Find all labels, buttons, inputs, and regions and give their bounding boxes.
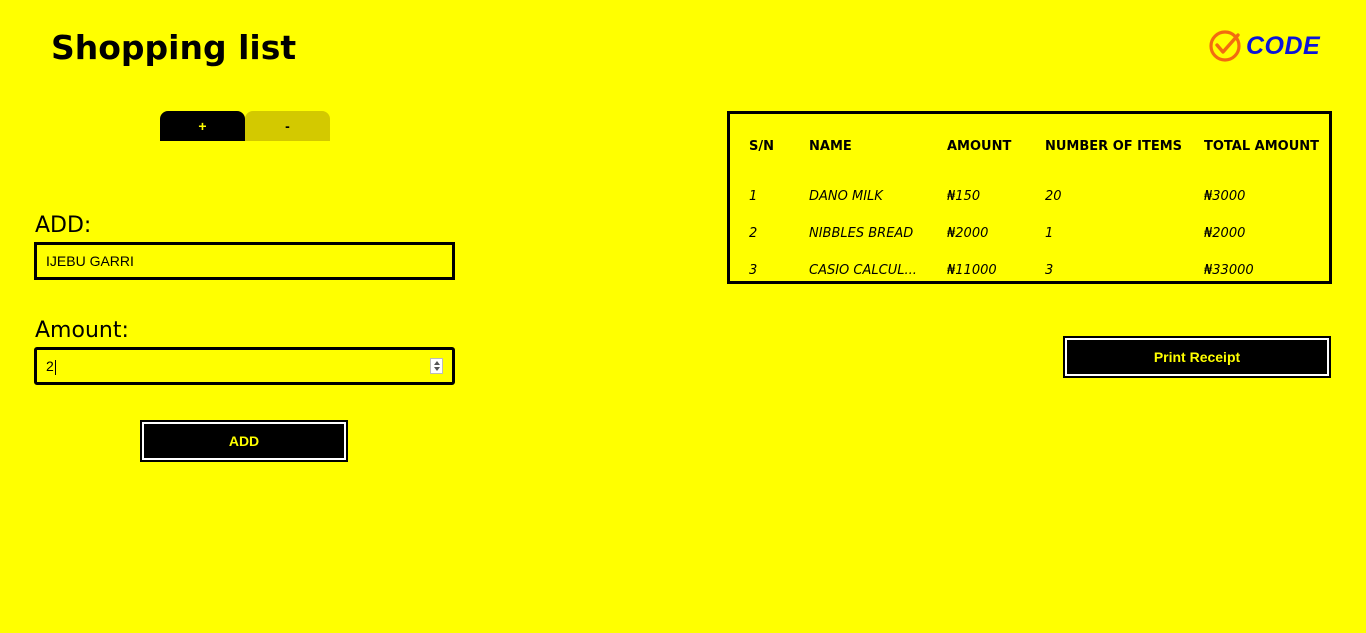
tab-remove[interactable]: - [245,111,330,141]
print-receipt-button[interactable]: Print Receipt [1063,336,1331,378]
cell-number-of-items: 20 [1045,189,1062,204]
amount-stepper[interactable] [430,358,443,374]
mode-tabs: + - [160,111,330,141]
amount-input[interactable]: 2 [34,347,455,385]
col-header-total-amount: TOTAL AMOUNT [1204,138,1320,154]
col-header-number-of-items: NUMBER OF ITEMS [1045,138,1183,154]
cell-total-amount: ₦33000 [1204,263,1254,278]
shopping-table-container: S/N NAME AMOUNT NUMBER OF ITEMS TOTAL AM… [727,111,1332,284]
cell-sn: 1 [749,189,758,204]
page: Shopping list CODE + - ADD: Amount: 2 AD… [0,0,1366,633]
tab-add[interactable]: + [160,111,245,141]
page-title: Shopping list [51,28,297,67]
amount-value: 2 [46,358,54,374]
table-row: 1 DANO MILK ₦150 20 ₦3000 [749,160,1319,215]
logo-text: CODE [1246,31,1321,60]
cell-total-amount: ₦2000 [1204,226,1246,241]
cell-number-of-items: 3 [1045,263,1054,278]
text-caret [54,359,56,375]
logo: CODE [1208,29,1320,63]
add-label: ADD: [35,213,92,238]
cell-number-of-items: 1 [1045,226,1054,241]
cell-sn: 2 [749,226,758,241]
cell-name: CASIO CALCUL... [809,263,917,278]
item-name-input[interactable] [34,242,455,280]
col-header-name: NAME [809,138,852,154]
cell-amount: ₦2000 [947,226,989,241]
cell-total-amount: ₦3000 [1204,189,1246,204]
table-row: 2 NIBBLES BREAD ₦2000 1 ₦2000 [749,215,1319,252]
table-row: 3 CASIO CALCUL... ₦11000 3 ₦33000 [749,252,1319,289]
col-header-amount: AMOUNT [947,138,1012,154]
shopping-table: S/N NAME AMOUNT NUMBER OF ITEMS TOTAL AM… [749,132,1319,289]
cell-name: NIBBLES BREAD [809,226,914,241]
check-circle-icon [1209,30,1241,62]
table-header-row: S/N NAME AMOUNT NUMBER OF ITEMS TOTAL AM… [749,132,1319,160]
cell-name: DANO MILK [809,189,883,204]
amount-label: Amount: [35,318,129,343]
stepper-down-icon[interactable] [434,367,440,371]
add-button[interactable]: ADD [140,420,348,462]
cell-amount: ₦150 [947,189,981,204]
cell-sn: 3 [749,263,758,278]
col-header-sn: S/N [749,138,774,154]
cell-amount: ₦11000 [947,263,997,278]
stepper-up-icon[interactable] [434,361,440,365]
